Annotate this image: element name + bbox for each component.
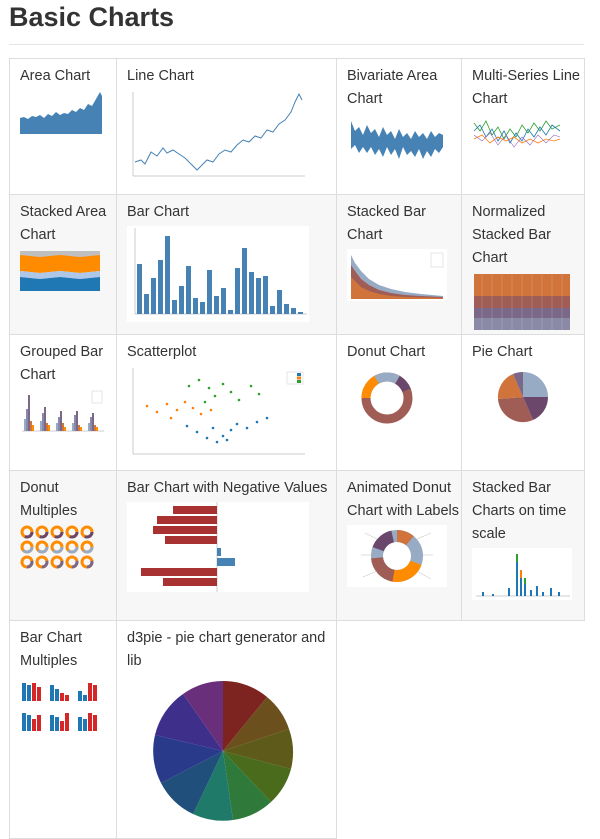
gallery-cell: Bar Chart with Negative Values — [116, 470, 337, 621]
normalized-stacked-bar-chart-link[interactable]: Normalized Stacked Bar Chart — [472, 201, 584, 270]
gallery-cell: d3pie - pie chart generator and lib — [116, 620, 337, 839]
animated-donut-chart-link[interactable]: Animated Donut Chart with Labels — [347, 477, 461, 523]
normalized-stacked-bar-chart-thumbnail[interactable] — [472, 272, 584, 332]
multi-series-line-chart-thumbnail[interactable] — [472, 113, 584, 157]
line-chart-thumbnail[interactable] — [127, 90, 336, 182]
bar-chart-multiples-link[interactable]: Bar Chart Multiples — [20, 627, 116, 673]
gallery-cell: Donut Multiples — [9, 470, 117, 621]
gallery-cell: Normalized Stacked Bar Chart — [461, 194, 585, 335]
stacked-bar-time-scale-link[interactable]: Stacked Bar Charts on time scale — [472, 477, 584, 546]
d3pie-link[interactable]: d3pie - pie chart generator and lib — [127, 627, 336, 673]
area-chart-thumbnail[interactable] — [20, 90, 116, 134]
pie-chart-thumbnail[interactable] — [496, 370, 584, 424]
gallery-cell: Animated Donut Chart with Labels — [336, 470, 462, 621]
gallery-cell: Stacked Bar Chart — [336, 194, 462, 335]
gallery-cell: Multi-Series Line Chart — [461, 58, 585, 195]
scatterplot-thumbnail[interactable] — [127, 366, 336, 462]
stacked-area-chart-link[interactable]: Stacked Area Chart — [20, 201, 116, 247]
stacked-bar-time-scale-thumbnail[interactable] — [472, 548, 584, 600]
gallery-cell: Bar Chart Multiples — [9, 620, 117, 839]
empty-cell — [337, 621, 585, 839]
animated-donut-chart-thumbnail[interactable] — [347, 525, 461, 587]
gallery-cell: Donut Chart — [336, 334, 462, 471]
chart-gallery-grid: Area Chart Line Chart Bivariate Area Cha… — [9, 58, 585, 839]
grouped-bar-chart-link[interactable]: Grouped Bar Chart — [20, 341, 116, 387]
donut-multiples-thumbnail[interactable] — [20, 525, 116, 571]
area-chart-link[interactable]: Area Chart — [20, 65, 116, 88]
title-divider — [9, 44, 584, 45]
gallery-cell: Line Chart — [116, 58, 337, 195]
bivariate-area-chart-thumbnail[interactable] — [347, 113, 461, 169]
stacked-bar-chart-link[interactable]: Stacked Bar Chart — [347, 201, 461, 247]
gallery-cell: Stacked Area Chart — [9, 194, 117, 335]
donut-chart-link[interactable]: Donut Chart — [347, 341, 461, 364]
gallery-cell: Bivariate Area Chart — [336, 58, 462, 195]
donut-multiples-link[interactable]: Donut Multiples — [20, 477, 116, 523]
gallery-cell: Grouped Bar Chart — [9, 334, 117, 471]
d3pie-thumbnail[interactable] — [127, 675, 336, 825]
bar-chart-thumbnail[interactable] — [127, 226, 336, 322]
gallery-cell: Pie Chart — [461, 334, 585, 471]
bar-chart-negative-values-thumbnail[interactable] — [127, 502, 336, 592]
gallery-cell: Scatterplot — [116, 334, 337, 471]
stacked-area-chart-thumbnail[interactable] — [20, 249, 116, 293]
gallery-cell: Bar Chart — [116, 194, 337, 335]
gallery-cell: Area Chart — [9, 58, 117, 195]
stacked-bar-chart-thumbnail[interactable] — [347, 249, 461, 301]
donut-chart-thumbnail[interactable] — [359, 370, 461, 426]
bar-chart-negative-values-link[interactable]: Bar Chart with Negative Values — [127, 477, 336, 500]
bar-chart-multiples-thumbnail[interactable] — [20, 675, 116, 733]
bar-chart-link[interactable]: Bar Chart — [127, 201, 336, 224]
scatterplot-link[interactable]: Scatterplot — [127, 341, 336, 364]
pie-chart-link[interactable]: Pie Chart — [472, 341, 584, 364]
grouped-bar-chart-thumbnail[interactable] — [20, 389, 116, 433]
page-title: Basic Charts — [9, 2, 175, 32]
bivariate-area-chart-link[interactable]: Bivariate Area Chart — [347, 65, 461, 111]
line-chart-link[interactable]: Line Chart — [127, 65, 336, 88]
gallery-cell: Stacked Bar Charts on time scale — [461, 470, 585, 621]
multi-series-line-chart-link[interactable]: Multi-Series Line Chart — [472, 65, 584, 111]
